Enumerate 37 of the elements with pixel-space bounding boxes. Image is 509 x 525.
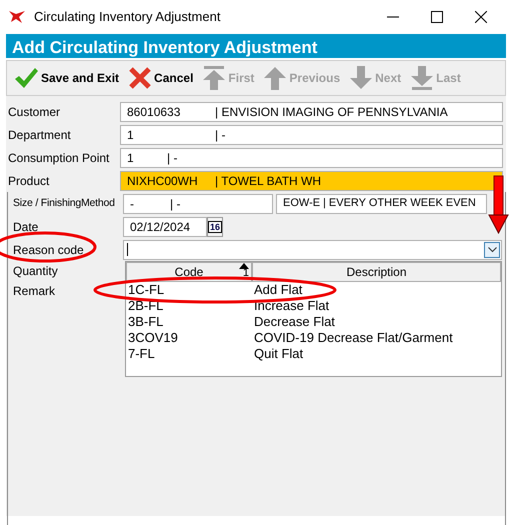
text-field[interactable]: EOW-E | EVERY OTHER WEEK EVEN xyxy=(276,194,487,214)
cancel-button[interactable]: Cancel xyxy=(126,65,196,91)
arrow-up-bar-icon xyxy=(203,66,226,90)
checkmark-icon xyxy=(14,67,38,89)
save-exit-button[interactable]: Save and Exit xyxy=(11,65,122,91)
annotation-arrow xyxy=(488,176,509,234)
text-field[interactable]: 1 | - xyxy=(120,148,503,168)
arrow-up-icon xyxy=(264,66,286,90)
sort-ascending-icon xyxy=(239,263,249,269)
field-label: Customer xyxy=(8,104,60,120)
text-field[interactable]: - | - xyxy=(123,194,273,214)
field-label: Size / FinishingMethod xyxy=(13,196,115,211)
text-cursor xyxy=(127,243,128,256)
form-header: Add Circulating Inventory Adjustment xyxy=(6,34,506,58)
field-label: Consumption Point xyxy=(8,150,110,166)
text-field[interactable]: 86010633 | ENVISION IMAGING OF PENNSYLVANIA xyxy=(120,102,503,122)
column-header[interactable]: Description xyxy=(252,262,501,282)
cross-icon xyxy=(129,67,152,89)
window-title: Circulating Inventory Adjustment xyxy=(34,8,222,26)
maximize-icon[interactable] xyxy=(431,11,443,23)
field-label: Date xyxy=(13,218,38,236)
close-icon[interactable] xyxy=(475,11,487,23)
text-field[interactable]: NIXHC00WH | TOWEL BATH WH xyxy=(120,170,503,190)
app-logo-icon xyxy=(8,10,26,24)
date-field[interactable]: 02/12/2024 xyxy=(123,216,207,236)
field-label: Quantity xyxy=(13,263,58,280)
chevron-down-icon xyxy=(488,246,496,252)
arrow-down-bar-icon xyxy=(411,66,434,90)
dropdown-button[interactable] xyxy=(484,242,500,258)
field-label: Department xyxy=(8,126,71,144)
arrow-down-icon xyxy=(350,66,372,90)
calendar-button[interactable]: 16 xyxy=(207,216,223,236)
dropdown-field[interactable] xyxy=(123,240,502,260)
field-label: Remark xyxy=(13,283,56,300)
field-label: Product xyxy=(8,172,50,190)
field-label: Reason code xyxy=(13,242,84,258)
text-field[interactable]: 1 | - xyxy=(120,124,503,144)
